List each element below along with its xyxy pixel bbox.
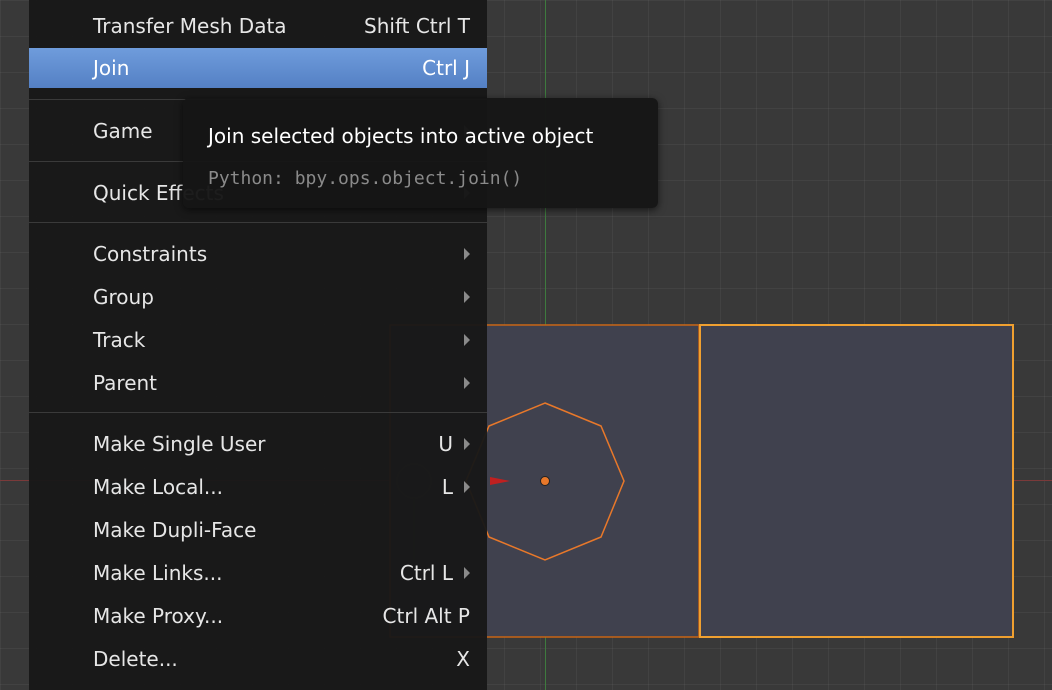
menu-item-transfer-mesh-data[interactable]: Transfer Mesh Data Shift Ctrl T xyxy=(29,6,487,46)
menu-separator xyxy=(29,222,487,223)
menu-item-shortcut: Ctrl L xyxy=(399,561,453,585)
object-origin-dot xyxy=(540,476,550,486)
menu-item-make-single-user[interactable]: Make Single User U xyxy=(29,424,487,464)
menu-item-shortcut: U xyxy=(438,432,453,456)
submenu-arrow-icon xyxy=(464,334,470,346)
menu-item-shortcut: Ctrl Alt P xyxy=(382,604,470,628)
menu-item-shortcut: Ctrl J xyxy=(422,56,470,80)
active-plane-object[interactable] xyxy=(699,324,1014,638)
menu-item-parent[interactable]: Parent xyxy=(29,363,487,403)
menu-item-delete[interactable]: Delete... X xyxy=(29,639,487,679)
menu-item-join[interactable]: Join Ctrl J xyxy=(29,48,487,88)
menu-item-label: Transfer Mesh Data xyxy=(93,14,287,38)
menu-item-label: Make Single User xyxy=(93,432,266,456)
menu-item-shortcut: L xyxy=(441,475,453,499)
tooltip-python-path: Python: bpy.ops.object.join() xyxy=(208,168,523,189)
menu-item-label: Parent xyxy=(93,371,158,395)
menu-item-label: Group xyxy=(93,285,154,309)
menu-item-track[interactable]: Track xyxy=(29,320,487,360)
submenu-arrow-icon xyxy=(464,377,470,389)
menu-item-shortcut: X xyxy=(456,647,470,671)
menu-item-label: Make Proxy... xyxy=(93,604,224,628)
menu-item-make-local[interactable]: Make Local... L xyxy=(29,467,487,507)
submenu-arrow-icon xyxy=(464,291,470,303)
menu-item-label: Join xyxy=(93,56,130,80)
menu-item-label: Make Dupli-Face xyxy=(93,518,257,542)
submenu-arrow-icon xyxy=(464,248,470,260)
menu-item-label: Make Local... xyxy=(93,475,223,499)
menu-item-label: Game xyxy=(93,119,153,143)
submenu-arrow-icon xyxy=(464,567,470,579)
submenu-arrow-icon xyxy=(464,481,470,493)
tooltip-description: Join selected objects into active object xyxy=(208,124,594,148)
menu-item-make-dupli-face[interactable]: Make Dupli-Face xyxy=(29,510,487,550)
menu-item-label: Make Links... xyxy=(93,561,223,585)
menu-item-group[interactable]: Group xyxy=(29,277,487,317)
menu-item-shortcut: Shift Ctrl T xyxy=(364,14,470,38)
menu-item-make-links[interactable]: Make Links... Ctrl L xyxy=(29,553,487,593)
tooltip: Join selected objects into active object… xyxy=(183,98,658,208)
submenu-arrow-icon xyxy=(464,438,470,450)
menu-item-label: Delete... xyxy=(93,647,178,671)
menu-item-make-proxy[interactable]: Make Proxy... Ctrl Alt P xyxy=(29,596,487,636)
menu-item-label: Constraints xyxy=(93,242,208,266)
menu-item-label: Track xyxy=(93,328,146,352)
menu-separator xyxy=(29,412,487,413)
menu-item-constraints[interactable]: Constraints xyxy=(29,234,487,274)
